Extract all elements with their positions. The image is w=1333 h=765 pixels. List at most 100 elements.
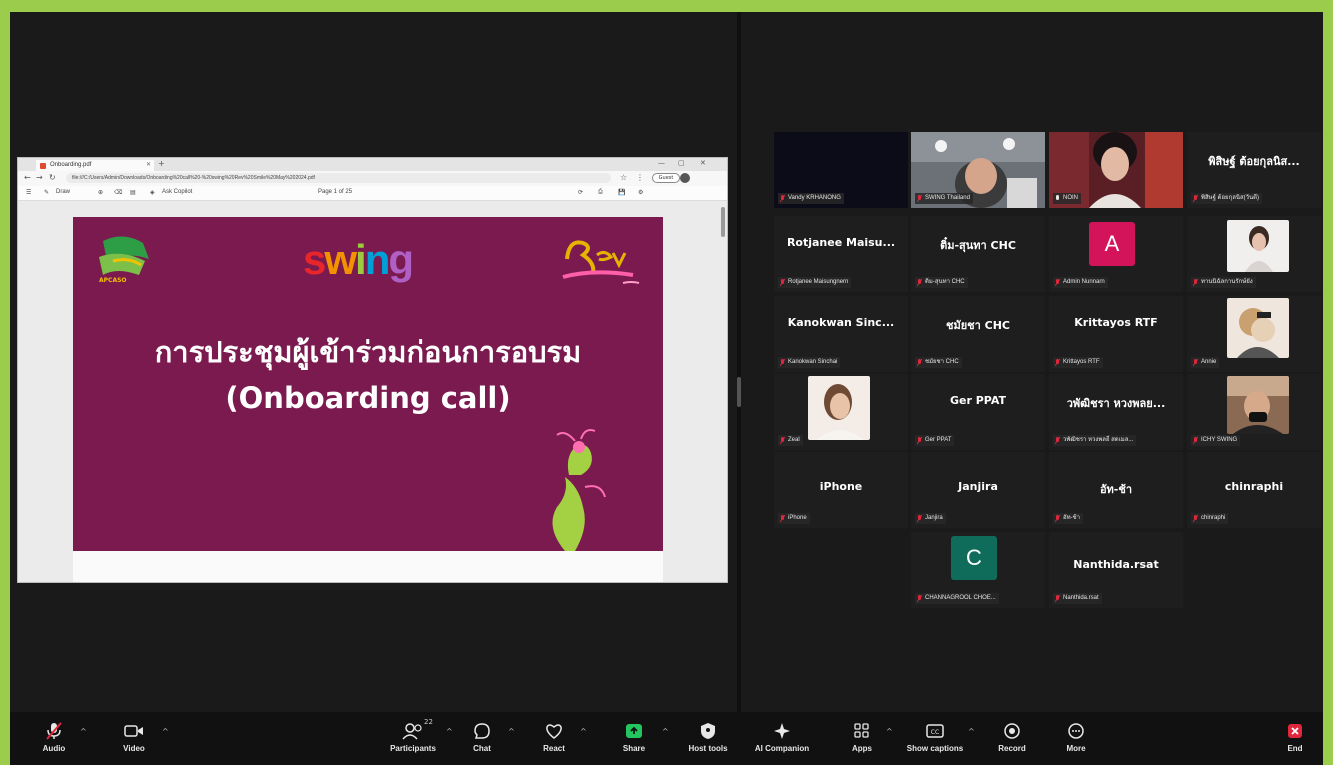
reload-icon[interactable]: ↻ [49, 173, 56, 182]
participant-name: Krittayos RTF [1074, 316, 1158, 329]
back-icon[interactable]: ← [24, 173, 31, 182]
close-window-icon[interactable]: ✕ [700, 159, 706, 167]
ask-copilot-button[interactable]: Ask Copilot [162, 189, 192, 195]
address-bar[interactable] [66, 173, 611, 183]
extensions-icon[interactable]: ⋮ [636, 173, 644, 182]
draw-icon[interactable]: ✎ [44, 189, 49, 196]
participant-tile[interactable]: Janjira Janjira [911, 452, 1045, 528]
participant-tile[interactable]: Annie [1187, 296, 1321, 372]
audio-options-caret[interactable]: ^ [80, 727, 87, 736]
participant-tile[interactable]: วพัฒิชรา หวงพลย... วพัฒิชรา หวงพลยี่ สดเ… [1049, 374, 1183, 450]
slide: APCASO swing การประชุมผู้เข้าร่วมก่อนการ… [73, 217, 663, 551]
share-options-caret[interactable]: ^ [662, 727, 669, 736]
end-meeting-button[interactable]: End [1272, 720, 1318, 762]
participant-tile[interactable]: Ger PPAT Ger PPAT [911, 374, 1045, 450]
settings-icon[interactable]: ⚙ [638, 189, 643, 196]
browser-tab-bar: Onboarding.pdf ✕ + — ▢ ✕ [18, 158, 727, 171]
audio-button[interactable]: Audio [22, 720, 86, 762]
participant-tile[interactable]: SWING Thailand [911, 132, 1045, 208]
browser-tab[interactable]: Onboarding.pdf ✕ [36, 160, 154, 171]
dancer-illustration [552, 429, 606, 551]
profile-button[interactable]: Guest [652, 173, 680, 183]
participant-label: ชมัยชา CHC [915, 357, 962, 368]
mic-muted-icon [1193, 279, 1198, 286]
shield-icon [701, 723, 715, 739]
captions-options-caret[interactable]: ^ [968, 727, 975, 736]
print-icon[interactable]: ⎙ [598, 189, 603, 196]
react-button[interactable]: React [522, 720, 586, 762]
close-icon[interactable]: ✕ [146, 160, 151, 171]
participant-tile[interactable]: ติ๋ม-สุนทา CHC ติ๋ม-สุนทา CHC [911, 216, 1045, 292]
apps-options-caret[interactable]: ^ [886, 727, 893, 736]
save-icon[interactable]: 💾 [618, 189, 625, 196]
mic-muted-icon [1193, 437, 1198, 444]
chat-button[interactable]: Chat [450, 720, 514, 762]
video-button[interactable]: Video [102, 720, 166, 762]
participant-label: Kanokwan Sinchai [778, 357, 841, 368]
avatar-photo [1227, 220, 1289, 272]
chat-options-caret[interactable]: ^ [508, 727, 515, 736]
participant-tile[interactable]: Zeal [774, 374, 908, 450]
show-captions-button[interactable]: CC Show captions [896, 720, 974, 762]
participant-tile[interactable]: Nanthida.rsat Nanthida.rsat [1049, 532, 1183, 608]
rotate-icon[interactable]: ⟳ [578, 189, 583, 196]
host-tools-button[interactable]: Host tools [676, 720, 740, 762]
forward-icon[interactable]: → [36, 173, 43, 182]
participant-label: Ger PPAT [915, 435, 955, 446]
participant-label: Krittayos RTF [1053, 357, 1103, 368]
slide-title: การประชุมผู้เข้าร่วมก่อนการอบรม [154, 335, 582, 369]
mic-muted-icon [1055, 437, 1060, 444]
avatar[interactable] [680, 173, 690, 183]
menu-icon[interactable]: ☰ [26, 189, 31, 196]
video-options-caret[interactable]: ^ [162, 727, 169, 736]
participant-label: Annie [1191, 357, 1220, 368]
apps-icon [854, 723, 869, 738]
mic-muted-icon [780, 515, 785, 522]
participants-button[interactable]: Participants [374, 720, 452, 762]
participant-tile[interactable]: Krittayos RTF Krittayos RTF [1049, 296, 1183, 372]
scrollbar[interactable] [721, 207, 725, 237]
participant-tile[interactable]: ICHY SWING [1187, 374, 1321, 450]
star-icon[interactable]: ☆ [620, 173, 627, 182]
draw-tool[interactable]: Draw [56, 189, 70, 195]
mic-muted-icon [46, 722, 62, 740]
minimize-icon[interactable]: — [658, 159, 665, 167]
zoom-icon[interactable]: ⊕ [98, 189, 103, 196]
participant-tile[interactable]: ทานนิฉัลกานรักษ์ยัง [1187, 216, 1321, 292]
ai-companion-button[interactable]: AI Companion [744, 720, 820, 762]
mic-muted-icon [917, 437, 922, 444]
participant-label: SWING Thailand [915, 193, 973, 204]
participant-tile-speaking[interactable]: NOIN [1049, 132, 1183, 208]
participant-tile[interactable]: ชมัยชา CHC ชมัยชา CHC [911, 296, 1045, 372]
share-button[interactable]: Share [602, 720, 666, 762]
participant-label: ICHY SWING [1191, 435, 1241, 446]
plus-icon[interactable]: + [158, 159, 165, 168]
captions-icon: CC [926, 724, 944, 738]
participant-label: CHANNAGROOL CHOE... [915, 593, 999, 604]
apps-button[interactable]: Apps [830, 720, 894, 762]
mic-muted-icon [1055, 359, 1060, 366]
react-options-caret[interactable]: ^ [580, 727, 587, 736]
more-button[interactable]: More [1044, 720, 1108, 762]
apcaso-logo-text: APCASO [99, 277, 127, 284]
record-button[interactable]: Record [980, 720, 1044, 762]
heart-icon [546, 724, 562, 739]
participant-tile[interactable]: chinraphi chinraphi [1187, 452, 1321, 528]
copilot-icon[interactable]: ◈ [150, 189, 155, 196]
more-icon [1068, 723, 1084, 739]
participant-tile[interactable]: C CHANNAGROOL CHOE... [911, 532, 1045, 608]
participant-tile[interactable]: อัท-ช้า อัท-ช้า [1049, 452, 1183, 528]
participant-tile[interactable]: พิสิษฐ์ ต้อยกุลนิส... พิสิษฐ์ ต้อยกุลนิส… [1187, 132, 1321, 208]
participant-tile[interactable]: A Admin Nunnarn [1049, 216, 1183, 292]
erase-icon[interactable]: ⌫ [114, 189, 122, 196]
participant-tile[interactable]: Rotjanee Maisu... Rotjanee Maisungnern [774, 216, 908, 292]
highlight-icon[interactable]: ▤ [130, 189, 136, 196]
pdf-viewer[interactable]: APCASO swing การประชุมผู้เข้าร่วมก่อนการ… [18, 201, 727, 582]
participant-tile[interactable]: Kanokwan Sinc... Kanokwan Sinchai [774, 296, 908, 372]
participant-tile[interactable]: iPhone iPhone [774, 452, 908, 528]
participant-label: ติ๋ม-สุนทา CHC [915, 277, 968, 288]
participant-tile[interactable]: Vandy KRHANONG [774, 132, 908, 208]
participant-name: chinraphi [1224, 480, 1284, 493]
maximize-icon[interactable]: ▢ [678, 159, 685, 167]
mic-muted-icon [780, 437, 785, 444]
